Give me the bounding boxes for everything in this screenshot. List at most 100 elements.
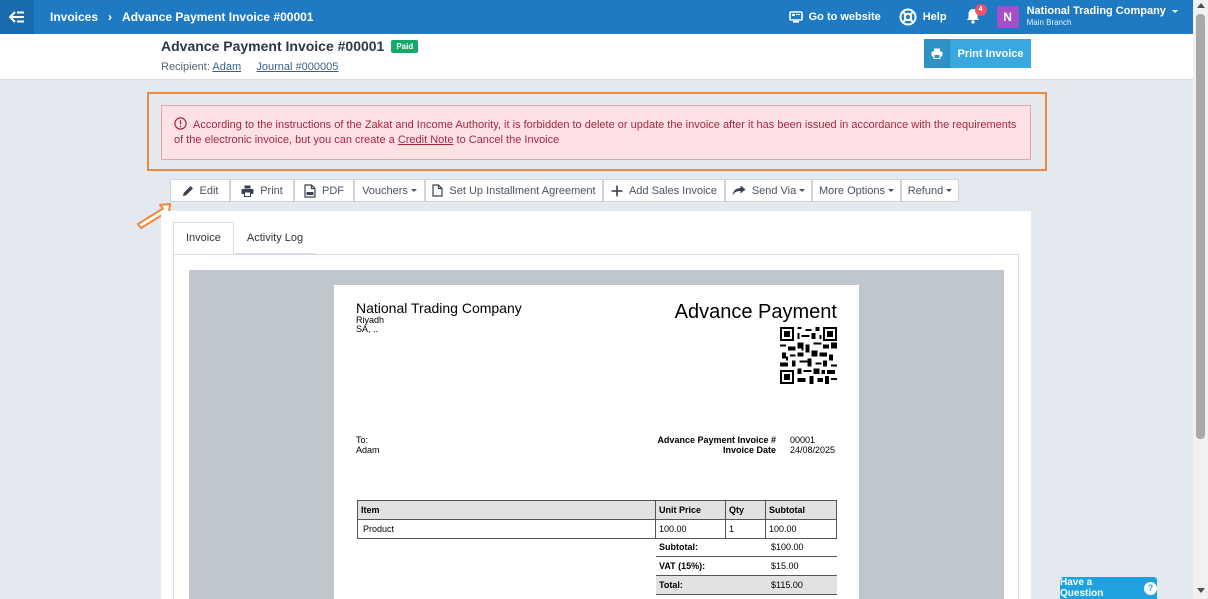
cell-subtotal: 100.00 (765, 519, 837, 539)
scroll-up-arrow-icon[interactable] (1197, 3, 1205, 8)
refund-label: Refund (907, 184, 944, 197)
website-icon (788, 11, 803, 23)
notification-count-badge: 4 (974, 3, 987, 16)
status-badge: Paid (391, 39, 419, 53)
col-item: Item (357, 500, 656, 520)
total-value: $115.00 (771, 580, 803, 590)
menu-toggle-button[interactable] (0, 0, 34, 34)
caret-down-icon (888, 189, 895, 192)
refund-dropdown[interactable]: Refund (901, 179, 959, 202)
pdf-label: PDF (322, 184, 344, 197)
edit-button[interactable]: Edit (170, 179, 230, 202)
vouchers-dropdown[interactable]: Vouchers (354, 179, 425, 202)
cell-unit-price: 100.00 (655, 519, 726, 539)
chevron-right-icon: › (108, 10, 113, 24)
more-options-label: More Options (818, 184, 886, 197)
total-label: Total: (659, 580, 683, 590)
go-to-website-label: Go to website (808, 11, 881, 23)
lifebuoy-icon (899, 8, 917, 26)
breadcrumb-invoices-link[interactable]: Invoices (50, 10, 98, 24)
invoice-date-value: 24/08/2025 (790, 445, 836, 455)
go-to-website-link[interactable]: Go to website (788, 11, 881, 23)
journal-link[interactable]: Journal #000005 (256, 61, 338, 73)
edit-label: Edit (199, 184, 219, 197)
alert-circle-icon (174, 117, 187, 130)
question-mark-icon: ? (1144, 581, 1157, 595)
vat-row: VAT (15%): $15.00 (656, 557, 837, 576)
invoice-number-label: Advance Payment Invoice # (657, 435, 776, 445)
subtotal-label: Subtotal: (659, 542, 698, 552)
recipient-link[interactable]: Adam (212, 61, 241, 73)
add-sales-invoice-button[interactable]: Add Sales Invoice (603, 179, 725, 202)
company-name: National Trading Company (1026, 5, 1166, 17)
company-switcher[interactable]: National Trading Company Main Branch (1027, 6, 1178, 28)
help-label: Help (922, 11, 947, 23)
send-via-label: Send Via (751, 184, 797, 197)
more-options-dropdown[interactable]: More Options (812, 179, 901, 202)
invoice-date-label: Invoice Date (722, 445, 776, 455)
tab-invoice[interactable]: Invoice (173, 222, 234, 254)
caret-down-icon (410, 189, 417, 192)
print-invoice-button[interactable]: Print Invoice (924, 39, 1031, 68)
invoice-meta: Advance Payment Invoice # 00001 Invoice … (614, 435, 835, 455)
have-a-question-button[interactable]: Have a Question ? (1060, 577, 1157, 599)
invoice-number-value: 00001 (790, 435, 816, 445)
vouchers-label: Vouchers (362, 184, 408, 197)
pencil-icon (182, 185, 193, 196)
print-invoice-label: Print Invoice (957, 47, 1024, 60)
table-header-row: Item Unit Price Qty Subtotal (357, 500, 837, 520)
qr-code-icon (780, 327, 837, 384)
action-toolbar: Edit Print PDF Vouchers Set Up Installme… (161, 174, 1031, 211)
installment-agreement-button[interactable]: Set Up Installment Agreement (425, 179, 603, 202)
invoice-totals: Subtotal: $100.00 VAT (15%): $15.00 Tota… (656, 538, 837, 595)
credit-note-link[interactable]: Credit Note (398, 134, 454, 146)
cell-item: Product (357, 519, 656, 539)
installment-label: Set Up Installment Agreement (449, 184, 596, 197)
subtotal-value: $100.00 (771, 542, 804, 552)
page-scrollbar[interactable] (1193, 0, 1208, 599)
notifications-button[interactable]: 4 (965, 3, 987, 27)
document-icon (432, 184, 444, 197)
printer-icon (924, 39, 950, 68)
cell-qty: 1 (725, 519, 766, 539)
vat-label: VAT (15%): (659, 561, 706, 571)
zatca-warning-alert: According to the instructions of the Zak… (161, 105, 1031, 160)
col-subtotal: Subtotal (765, 500, 837, 520)
breadcrumb-current: Advance Payment Invoice #00001 (122, 10, 314, 24)
recipient-label: Recipient: (161, 61, 210, 73)
plus-icon (611, 185, 623, 196)
scrollbar-thumb[interactable] (1196, 14, 1205, 439)
col-unit-price: Unit Price (655, 500, 726, 520)
breadcrumb: Invoices › Advance Payment Invoice #0000… (50, 10, 313, 24)
scroll-down-arrow-icon[interactable] (1197, 588, 1205, 593)
tab-activity-log[interactable]: Activity Log (233, 222, 317, 254)
page-header: Advance Payment Invoice #00001 Paid Reci… (0, 34, 1193, 80)
invoice-company-address: Riyadh SA, .. (356, 316, 384, 334)
help-button[interactable]: Help (899, 8, 947, 26)
print-button[interactable]: Print (230, 179, 294, 202)
top-bar: Invoices › Advance Payment Invoice #0000… (0, 0, 1208, 34)
caret-down-icon (946, 189, 953, 192)
invoice-company-name: National Trading Company (356, 300, 522, 316)
caret-down-icon (799, 189, 806, 192)
bill-to-name: Adam (356, 445, 380, 455)
add-sales-label: Add Sales Invoice (628, 184, 718, 197)
invoice-items-table: Item Unit Price Qty Subtotal Product 100… (357, 500, 837, 539)
alert-text: According to the instructions of the Zak… (174, 119, 1017, 146)
have-a-question-label: Have a Question (1060, 577, 1104, 599)
send-via-dropdown[interactable]: Send Via (725, 179, 812, 202)
caret-down-icon (1172, 9, 1178, 13)
recipient-row: Recipient: Adam Journal #000005 (161, 61, 338, 73)
avatar[interactable]: N (996, 6, 1019, 28)
menu-collapse-icon (9, 11, 24, 23)
col-qty: Qty (725, 500, 766, 520)
tab-bar: Invoice Activity Log (173, 222, 317, 254)
printer-icon (241, 185, 254, 197)
share-arrow-icon (732, 185, 746, 196)
table-row: Product 100.00 1 100.00 (357, 519, 837, 539)
pdf-button[interactable]: PDF (294, 179, 354, 202)
vat-value: $15.00 (771, 561, 799, 571)
subtotal-row: Subtotal: $100.00 (656, 538, 837, 557)
invoice-country: SA, .. (356, 324, 379, 334)
pdf-file-icon (304, 183, 316, 198)
